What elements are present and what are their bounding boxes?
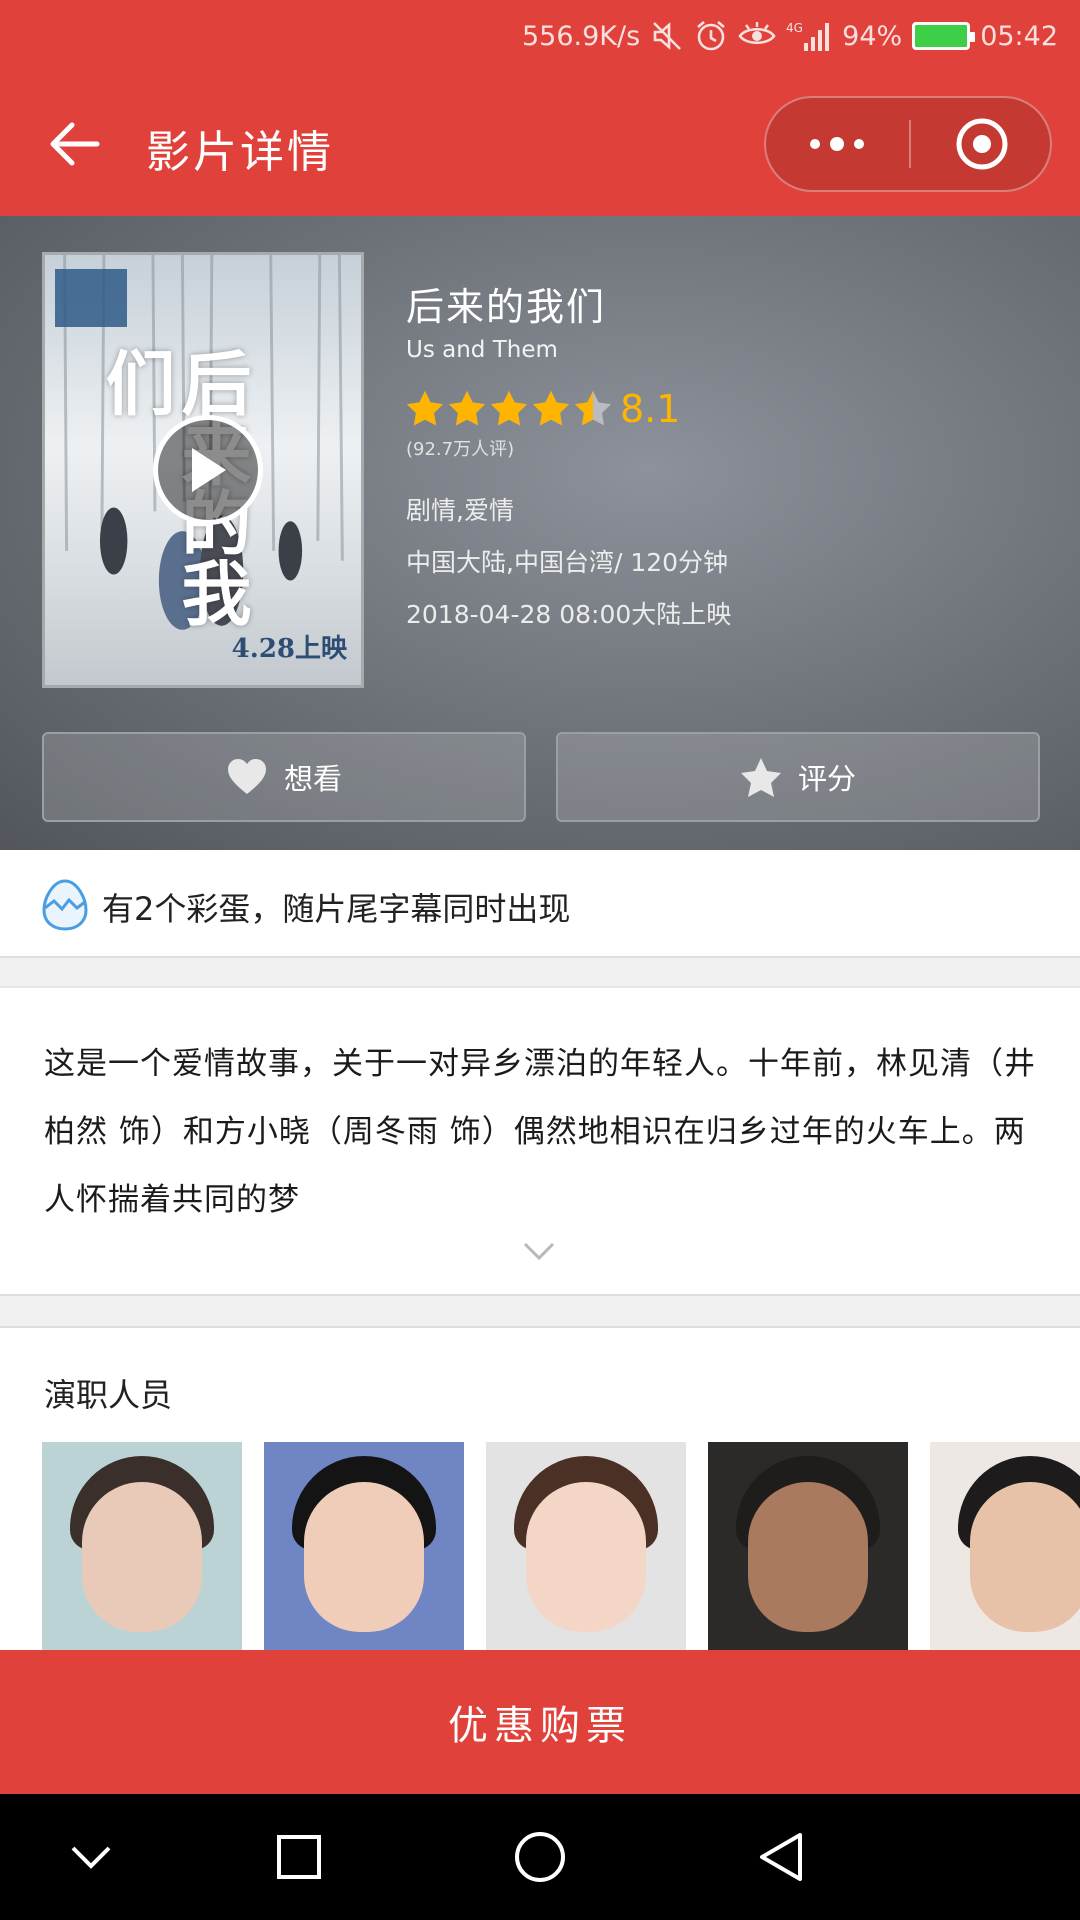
circle-home-icon [515,1832,565,1882]
target-close-icon [956,118,1008,170]
alarm-icon [694,19,728,53]
system-nav-bar [0,1794,1080,1920]
more-button[interactable] [766,98,908,190]
nav-hide-button[interactable] [56,1824,126,1890]
mini-program-capsule [764,96,1052,192]
close-button[interactable] [912,98,1052,190]
chevron-down-icon[interactable] [522,1240,556,1262]
back-button[interactable] [44,114,104,174]
battery-icon [912,19,976,53]
play-trailer-button[interactable] [153,415,263,525]
cast-title: 演职人员 [44,1376,173,1414]
synopsis-card[interactable]: 这是一个爱情故事，关于一对异乡漂泊的年轻人。十年前，林见清（井柏然 饰）和方小晓… [0,986,1080,1296]
status-bar: 556.9K/s 4G 94% 05:42 [0,0,1080,72]
cast-photo[interactable] [708,1442,908,1650]
nav-recents-button[interactable] [264,1824,334,1890]
title-bar: 影片详情 [0,72,1080,216]
want-to-see-button[interactable]: 想看 [42,732,526,822]
cast-photo[interactable] [264,1442,464,1650]
battery-percent: 94% [842,20,903,52]
poster-date: 4.28上映 [231,634,347,664]
rating-star [407,391,443,426]
rating-row: 8.1 [406,387,1046,431]
movie-header: 后来的我们 4.28上映 后来的我们 Us and Them 8.1 (92.7… [0,216,1080,850]
clock: 05:42 [980,20,1058,52]
movie-region-duration: 中国大陆,中国台湾/ 120分钟 [406,548,729,577]
triangle-back-icon [760,1833,802,1881]
movie-info: 后来的我们 Us and Them 8.1 (92.7万人评) 剧情,爱情 中国… [406,276,1046,631]
rate-button[interactable]: 评分 [556,732,1040,822]
capsule-divider [909,120,911,168]
movie-english-title: Us and Them [406,337,558,363]
cast-list [42,1442,1080,1650]
arrow-left-icon [50,122,100,166]
rating-star [449,391,485,426]
signal-label: 4G [786,21,803,35]
heart-icon [227,759,266,794]
cast-photo[interactable] [486,1442,686,1650]
rate-label: 评分 [797,762,856,796]
top-bar: 556.9K/s 4G 94% 05:42 影片详情 [0,0,1080,216]
buy-ticket-button[interactable]: 优惠购票 [0,1650,1080,1794]
rating-star [491,391,527,426]
star-icon [740,758,781,797]
square-recents-icon [277,1835,321,1879]
4g-signal-icon: 4G [786,19,832,53]
poster-credits [55,269,127,327]
more-dots-icon [810,137,864,151]
rating-score: 8.1 [620,387,681,431]
movie-poster[interactable]: 后来的我们 4.28上映 [42,252,364,688]
nav-back-button[interactable] [746,1824,816,1890]
nav-home-button[interactable] [505,1824,575,1890]
cast-section: 演职人员 [0,1326,1080,1650]
movie-title: 后来的我们 [406,285,607,329]
buy-ticket-label: 优惠购票 [448,1703,632,1749]
egg-icon [42,879,88,931]
synopsis-text: 这是一个爱情故事，关于一对异乡漂泊的年轻人。十年前，林见清（井柏然 饰）和方小晓… [44,1046,1036,1218]
want-to-see-label: 想看 [283,762,342,796]
eye-icon [738,19,776,53]
cast-photo[interactable] [42,1442,242,1650]
rating-star [533,391,569,426]
cast-photo[interactable] [930,1442,1080,1650]
mute-icon [650,19,684,53]
chevron-down-icon [71,1846,111,1869]
play-icon [192,448,226,492]
easter-egg-text: 有2个彩蛋，随片尾字幕同时出现 [102,890,571,928]
rating-votes: (92.7万人评) [406,439,515,460]
movie-release: 2018-04-28 08:00大陆上映 [406,600,732,629]
easter-egg-card: 有2个彩蛋，随片尾字幕同时出现 [0,850,1080,958]
rating-star [575,391,611,426]
net-speed: 556.9K/s [522,20,641,52]
movie-genre: 剧情,爱情 [406,496,514,525]
star-rating [406,390,612,428]
page-title: 影片详情 [146,127,334,178]
